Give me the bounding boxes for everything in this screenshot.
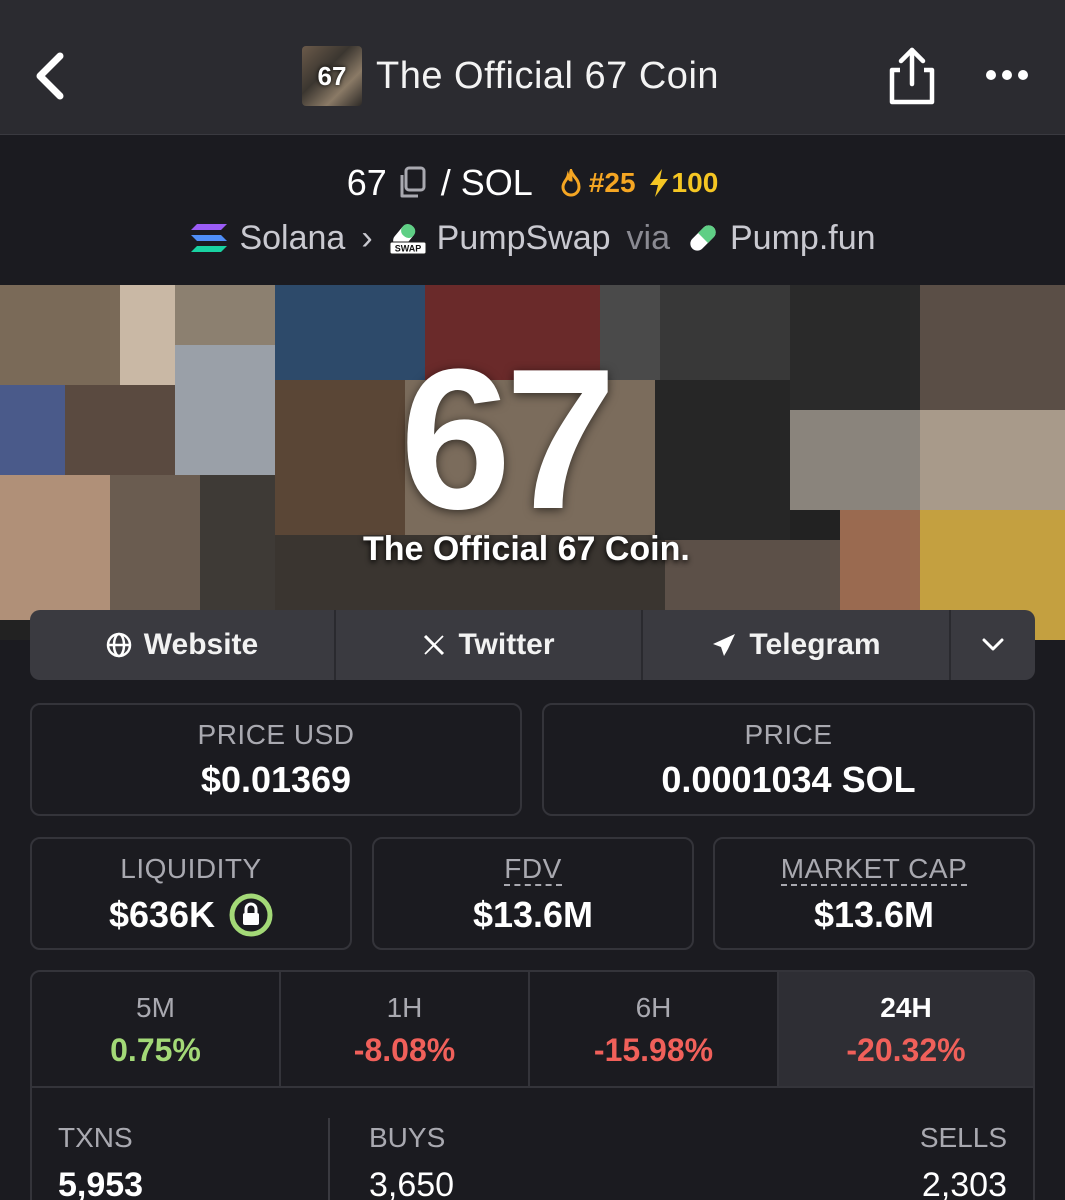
solana-icon [191, 224, 228, 252]
top-bar: 67 The Official 67 Coin [0, 0, 1065, 135]
buys-value: 3,650 [369, 1166, 455, 1200]
market-cap-label: MARKET CAP [780, 853, 968, 886]
price-usd-value: $0.01369 [200, 759, 352, 800]
copy-icon[interactable] [397, 166, 427, 200]
buys-column: BUYS 3,650 [369, 1122, 454, 1200]
tab-6h[interactable]: 6H -15.98% [530, 972, 779, 1086]
tab-5m[interactable]: 5M 0.75% [32, 972, 281, 1086]
via-label: via [626, 218, 670, 257]
token-thumbnail: 67 [302, 46, 362, 106]
sells-value: 2,303 [921, 1166, 1007, 1200]
column-divider [328, 1118, 330, 1200]
transactions-panel: TXNS 5,953 BUYS 3,650 SELLS 2,303 [30, 1086, 1035, 1200]
globe-icon [106, 632, 131, 658]
txns-label: TXNS [58, 1122, 133, 1153]
telegram-button[interactable]: Telegram [643, 610, 951, 680]
price-usd-card: PRICE USD $0.01369 [30, 703, 522, 816]
txns-column: TXNS 5,953 [58, 1122, 143, 1200]
chevron-down-icon [982, 638, 1004, 651]
period-label: 24H [880, 992, 932, 1023]
price-change-tabs: 5M 0.75% 1H -8.08% 6H -15.98% 24H -20.32… [30, 970, 1035, 1088]
token-banner-image: 67 The Official 67 Coin. [0, 285, 1065, 640]
banner-number: 67 [400, 328, 616, 551]
pumpswap-icon: SWAP [389, 223, 427, 255]
change-value: -15.98% [593, 1032, 714, 1068]
change-value: -20.32% [846, 1032, 966, 1068]
market-cap-card[interactable]: MARKET CAP $13.6M [713, 837, 1035, 950]
network-link[interactable]: Solana [189, 219, 345, 258]
token-title-group: 67 The Official 67 Coin [302, 46, 719, 106]
lightning-icon [649, 169, 668, 197]
telegram-label: Telegram [749, 628, 881, 661]
dex-name: PumpSwap [436, 218, 611, 257]
page-title: The Official 67 Coin [376, 54, 720, 97]
pill-icon [690, 225, 716, 251]
launchpad-name: Pump.fun [730, 218, 876, 257]
price-native-card: PRICE 0.0001034 SOL [542, 703, 1035, 816]
change-value: 0.75% [110, 1032, 201, 1068]
tab-24h[interactable]: 24H -20.32% [779, 972, 1033, 1086]
period-label: 5M [136, 992, 175, 1023]
twitter-button[interactable]: Twitter [336, 610, 643, 680]
dex-link[interactable]: SWAP PumpSwap [389, 219, 611, 258]
lock-icon[interactable] [229, 893, 273, 937]
pair-line: 67 / SOL #25 100 [0, 155, 1065, 211]
chevron-right-icon: › [361, 218, 373, 257]
liquidity-value: $636K [108, 894, 216, 935]
more-links-dropdown[interactable] [951, 610, 1035, 680]
rank-value: #25 [588, 167, 636, 198]
period-label: 1H [386, 992, 423, 1023]
x-logo-icon [424, 634, 445, 656]
sells-label: SELLS [919, 1122, 1007, 1153]
telegram-icon [713, 634, 736, 656]
share-icon[interactable] [886, 46, 938, 106]
price-value: 0.0001034 SOL [661, 759, 916, 800]
website-label: Website [143, 628, 259, 661]
network-name: Solana [239, 218, 346, 257]
tab-1h[interactable]: 1H -8.08% [281, 972, 530, 1086]
social-links-bar: Website Twitter Telegram [30, 610, 1035, 680]
liquidity-label: LIQUIDITY [120, 853, 262, 884]
flame-icon [561, 169, 581, 197]
fdv-value: $13.6M [472, 894, 594, 935]
more-options-icon[interactable] [984, 60, 1030, 90]
boost-value: 100 [671, 167, 719, 198]
txns-value: 5,953 [58, 1166, 144, 1200]
launchpad-link[interactable]: Pump.fun [686, 219, 876, 258]
change-value: -8.08% [353, 1032, 456, 1068]
banner-subtitle: The Official 67 Coin. [363, 530, 690, 568]
price-label: PRICE [744, 719, 833, 750]
price-usd-label: PRICE USD [197, 719, 355, 750]
fdv-label: FDV [504, 853, 562, 886]
base-symbol: 67 [346, 162, 387, 203]
back-arrow-icon[interactable] [30, 48, 70, 104]
quote-symbol: / SOL [440, 162, 533, 203]
market-cap-value: $13.6M [813, 894, 935, 935]
boost-badge[interactable]: 100 [648, 167, 719, 199]
website-button[interactable]: Website [30, 610, 336, 680]
trending-rank[interactable]: #25 [559, 167, 636, 199]
liquidity-card: LIQUIDITY $636K [30, 837, 352, 950]
sells-column: SELLS 2,303 [920, 1122, 1007, 1200]
fdv-card[interactable]: FDV $13.6M [372, 837, 694, 950]
buys-label: BUYS [369, 1122, 446, 1153]
chain-breadcrumb: Solana › SWAP PumpSwap via Pump.fun [0, 212, 1065, 264]
twitter-label: Twitter [458, 628, 555, 661]
dex-badge-text: SWAP [394, 244, 421, 254]
period-label: 6H [635, 992, 672, 1023]
